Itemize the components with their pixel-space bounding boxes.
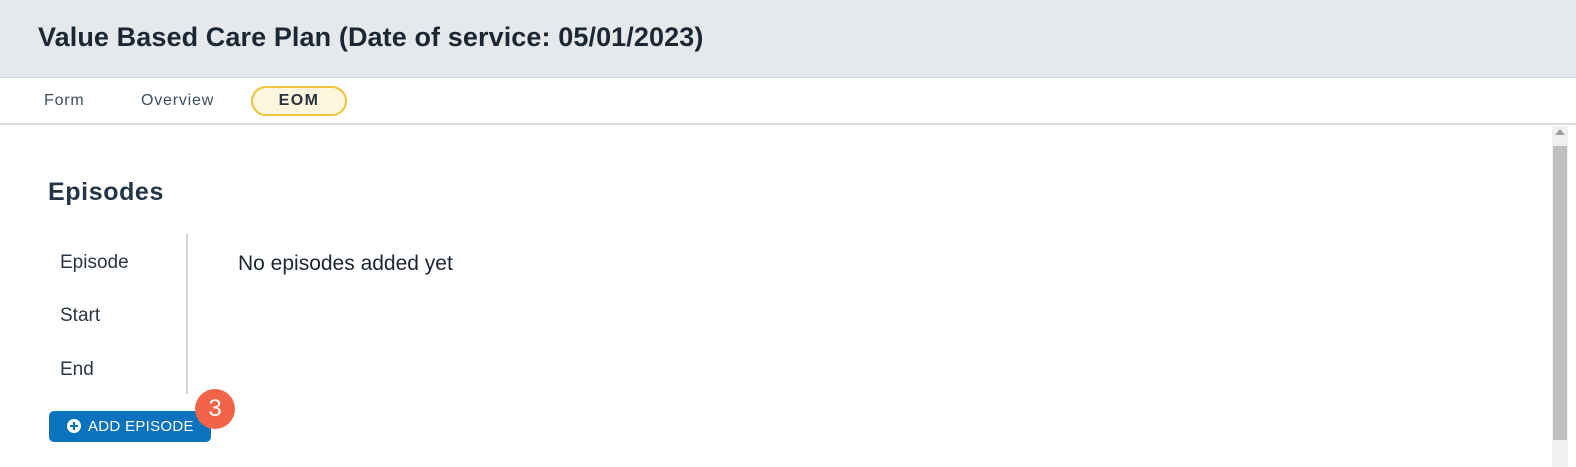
add-episode-button-label: ADD EPISODE [88,418,194,435]
field-label-start: Start [60,305,101,326]
episode-field-labels: Episode Start End [48,234,188,394]
tab-overview[interactable]: Overview [141,86,214,116]
plus-circle-icon [67,419,81,433]
empty-episodes-message: No episodes added yet [238,252,453,275]
episodes-section-title: Episodes [48,178,164,206]
tab-form[interactable]: Form [44,86,85,116]
scroll-up-arrow-icon[interactable] [1555,129,1565,135]
tab-bar: Form Overview EOM [0,78,1576,125]
page-title: Value Based Care Plan (Date of service: … [38,22,704,52]
scrollbar-thumb[interactable] [1553,146,1567,440]
add-episode-button[interactable]: ADD EPISODE [49,411,211,442]
page-header: Value Based Care Plan (Date of service: … [0,0,1576,78]
tab-eom[interactable]: EOM [251,86,347,116]
vertical-scrollbar[interactable] [1552,126,1568,467]
notification-badge: 3 [195,389,235,429]
field-label-episode: Episode [60,252,129,273]
field-label-end: End [60,359,94,380]
